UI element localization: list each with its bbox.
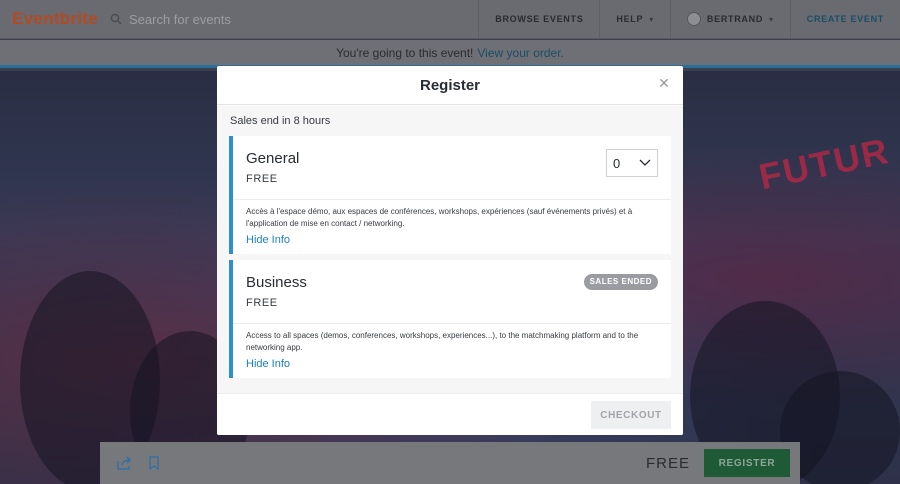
event-price: FREE <box>645 454 690 472</box>
search-bar <box>100 0 478 39</box>
modal-footer: CHECKOUT <box>217 393 683 435</box>
order-banner: You're going to this event! View your or… <box>0 40 900 68</box>
ticket-description: Access to all spaces (demos, conferences… <box>246 331 639 352</box>
browse-events-link[interactable]: BROWSE EVENTS <box>478 0 599 39</box>
sales-end-text: Sales end in 8 hours <box>230 115 331 127</box>
bottom-bar: FREE REGISTER <box>100 442 800 484</box>
ticket-header: General FREE 0 <box>233 136 671 200</box>
ticket-business: Business FREE SALES ENDED Access to all … <box>229 260 671 378</box>
ticket-header: Business FREE SALES ENDED <box>233 260 671 324</box>
register-button[interactable]: REGISTER <box>704 449 790 477</box>
help-menu[interactable]: HELP ▾ <box>599 0 670 39</box>
register-modal: Register ✕ Sales end in 8 hours General … <box>217 66 683 435</box>
modal-title: Register <box>419 76 481 94</box>
hide-info-link[interactable]: Hide Info <box>233 354 303 370</box>
hide-info-link[interactable]: Hide Info <box>233 230 303 246</box>
eventbrite-logo[interactable]: Eventbrite <box>0 9 100 29</box>
ticket-price: FREE <box>246 297 278 309</box>
quantity-select[interactable]: 0 <box>606 149 658 177</box>
sales-ended-badge: SALES ENDED <box>583 274 658 290</box>
hero-sign-text: FUTUR <box>755 129 894 198</box>
create-event-label: CREATE EVENT <box>806 14 884 24</box>
help-label: HELP <box>616 14 644 24</box>
avatar <box>686 12 701 26</box>
ticket-name: General <box>246 150 300 167</box>
chevron-down-icon: ▾ <box>769 14 774 24</box>
user-name: BERTRAND <box>706 14 764 24</box>
quantity-value: 0 <box>613 155 621 171</box>
close-icon[interactable]: ✕ <box>657 76 671 90</box>
modal-header: Register ✕ <box>217 66 683 105</box>
browse-events-label: BROWSE EVENTS <box>495 14 584 24</box>
ticket-name: Business <box>246 274 307 291</box>
share-icon[interactable] <box>116 455 132 471</box>
top-nav: Eventbrite BROWSE EVENTS HELP ▾ BERTRAND ▾… <box>0 0 900 39</box>
modal-body: Sales end in 8 hours General FREE 0 Accè… <box>217 106 683 393</box>
view-order-link[interactable]: View your order. <box>477 46 564 60</box>
search-icon <box>110 13 122 25</box>
ticket-price: FREE <box>246 173 278 185</box>
chevron-down-icon <box>639 159 651 166</box>
chevron-down-icon: ▾ <box>649 14 654 24</box>
create-event-link[interactable]: CREATE EVENT <box>789 0 900 39</box>
bookmark-icon[interactable] <box>146 455 162 471</box>
banner-text: You're going to this event! <box>336 45 474 60</box>
ticket-description: Accès à l'espace démo, aux espaces de co… <box>246 207 633 228</box>
ticket-general: General FREE 0 Accès à l'espace démo, au… <box>229 136 671 254</box>
checkout-button[interactable]: CHECKOUT <box>591 401 671 429</box>
search-input[interactable] <box>129 11 389 27</box>
user-menu[interactable]: BERTRAND ▾ <box>669 0 790 39</box>
